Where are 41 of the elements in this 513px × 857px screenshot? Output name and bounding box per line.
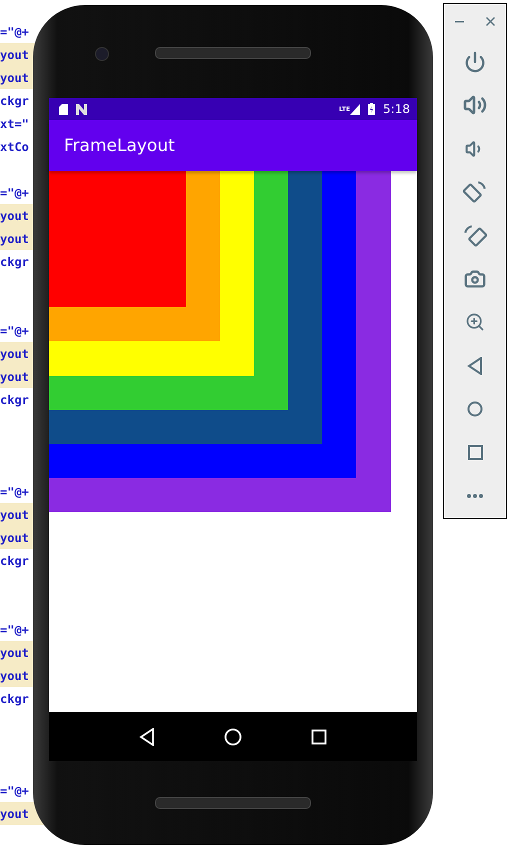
code-line: yout (0, 346, 29, 360)
code-line: ="@+ (0, 24, 29, 38)
rotate-icon[interactable] (462, 179, 488, 206)
sd-card-icon (59, 104, 68, 114)
close-icon[interactable] (486, 17, 495, 26)
code-line: ="@+ (0, 484, 29, 498)
code-line: yout (0, 232, 29, 246)
code-line: ckgr (0, 254, 29, 268)
app-title: FrameLayout (64, 136, 175, 156)
status-time: 5:18 (383, 102, 410, 116)
code-line: ckgr (0, 94, 29, 108)
earpiece-icon (155, 47, 311, 59)
notification-icon (76, 104, 87, 114)
code-line: ="@+ (0, 186, 29, 200)
code-line: yout (0, 48, 29, 62)
code-line: yout (0, 646, 29, 660)
code-line: ="@+ (0, 784, 29, 798)
code-line: yout (0, 70, 29, 84)
camera-lens-icon (95, 47, 109, 61)
code-line: ="@+ (0, 622, 29, 636)
power-icon[interactable] (464, 50, 486, 73)
code-line: yout (0, 668, 29, 682)
code-line: yout (0, 806, 29, 820)
code-line: ckgr (0, 554, 29, 568)
speaker-icon (155, 797, 311, 809)
battery-icon (368, 103, 376, 115)
code-line: ="@+ (0, 324, 29, 338)
code-line: yout (0, 208, 29, 222)
zoom-icon[interactable] (465, 312, 485, 332)
volume-up-icon[interactable] (463, 93, 487, 118)
more-icon[interactable] (467, 494, 483, 498)
signal-icon (350, 104, 360, 114)
code-line: xt=" (0, 116, 29, 130)
code-line: xtCo (0, 140, 29, 154)
code-line: yout (0, 530, 29, 544)
code-line: ckgr (0, 392, 29, 406)
code-line: yout (0, 508, 29, 522)
rotate-icon[interactable] (462, 222, 488, 249)
code-line: yout (0, 370, 29, 384)
camera-icon[interactable] (464, 268, 486, 290)
code-line: ckgr (0, 692, 29, 706)
